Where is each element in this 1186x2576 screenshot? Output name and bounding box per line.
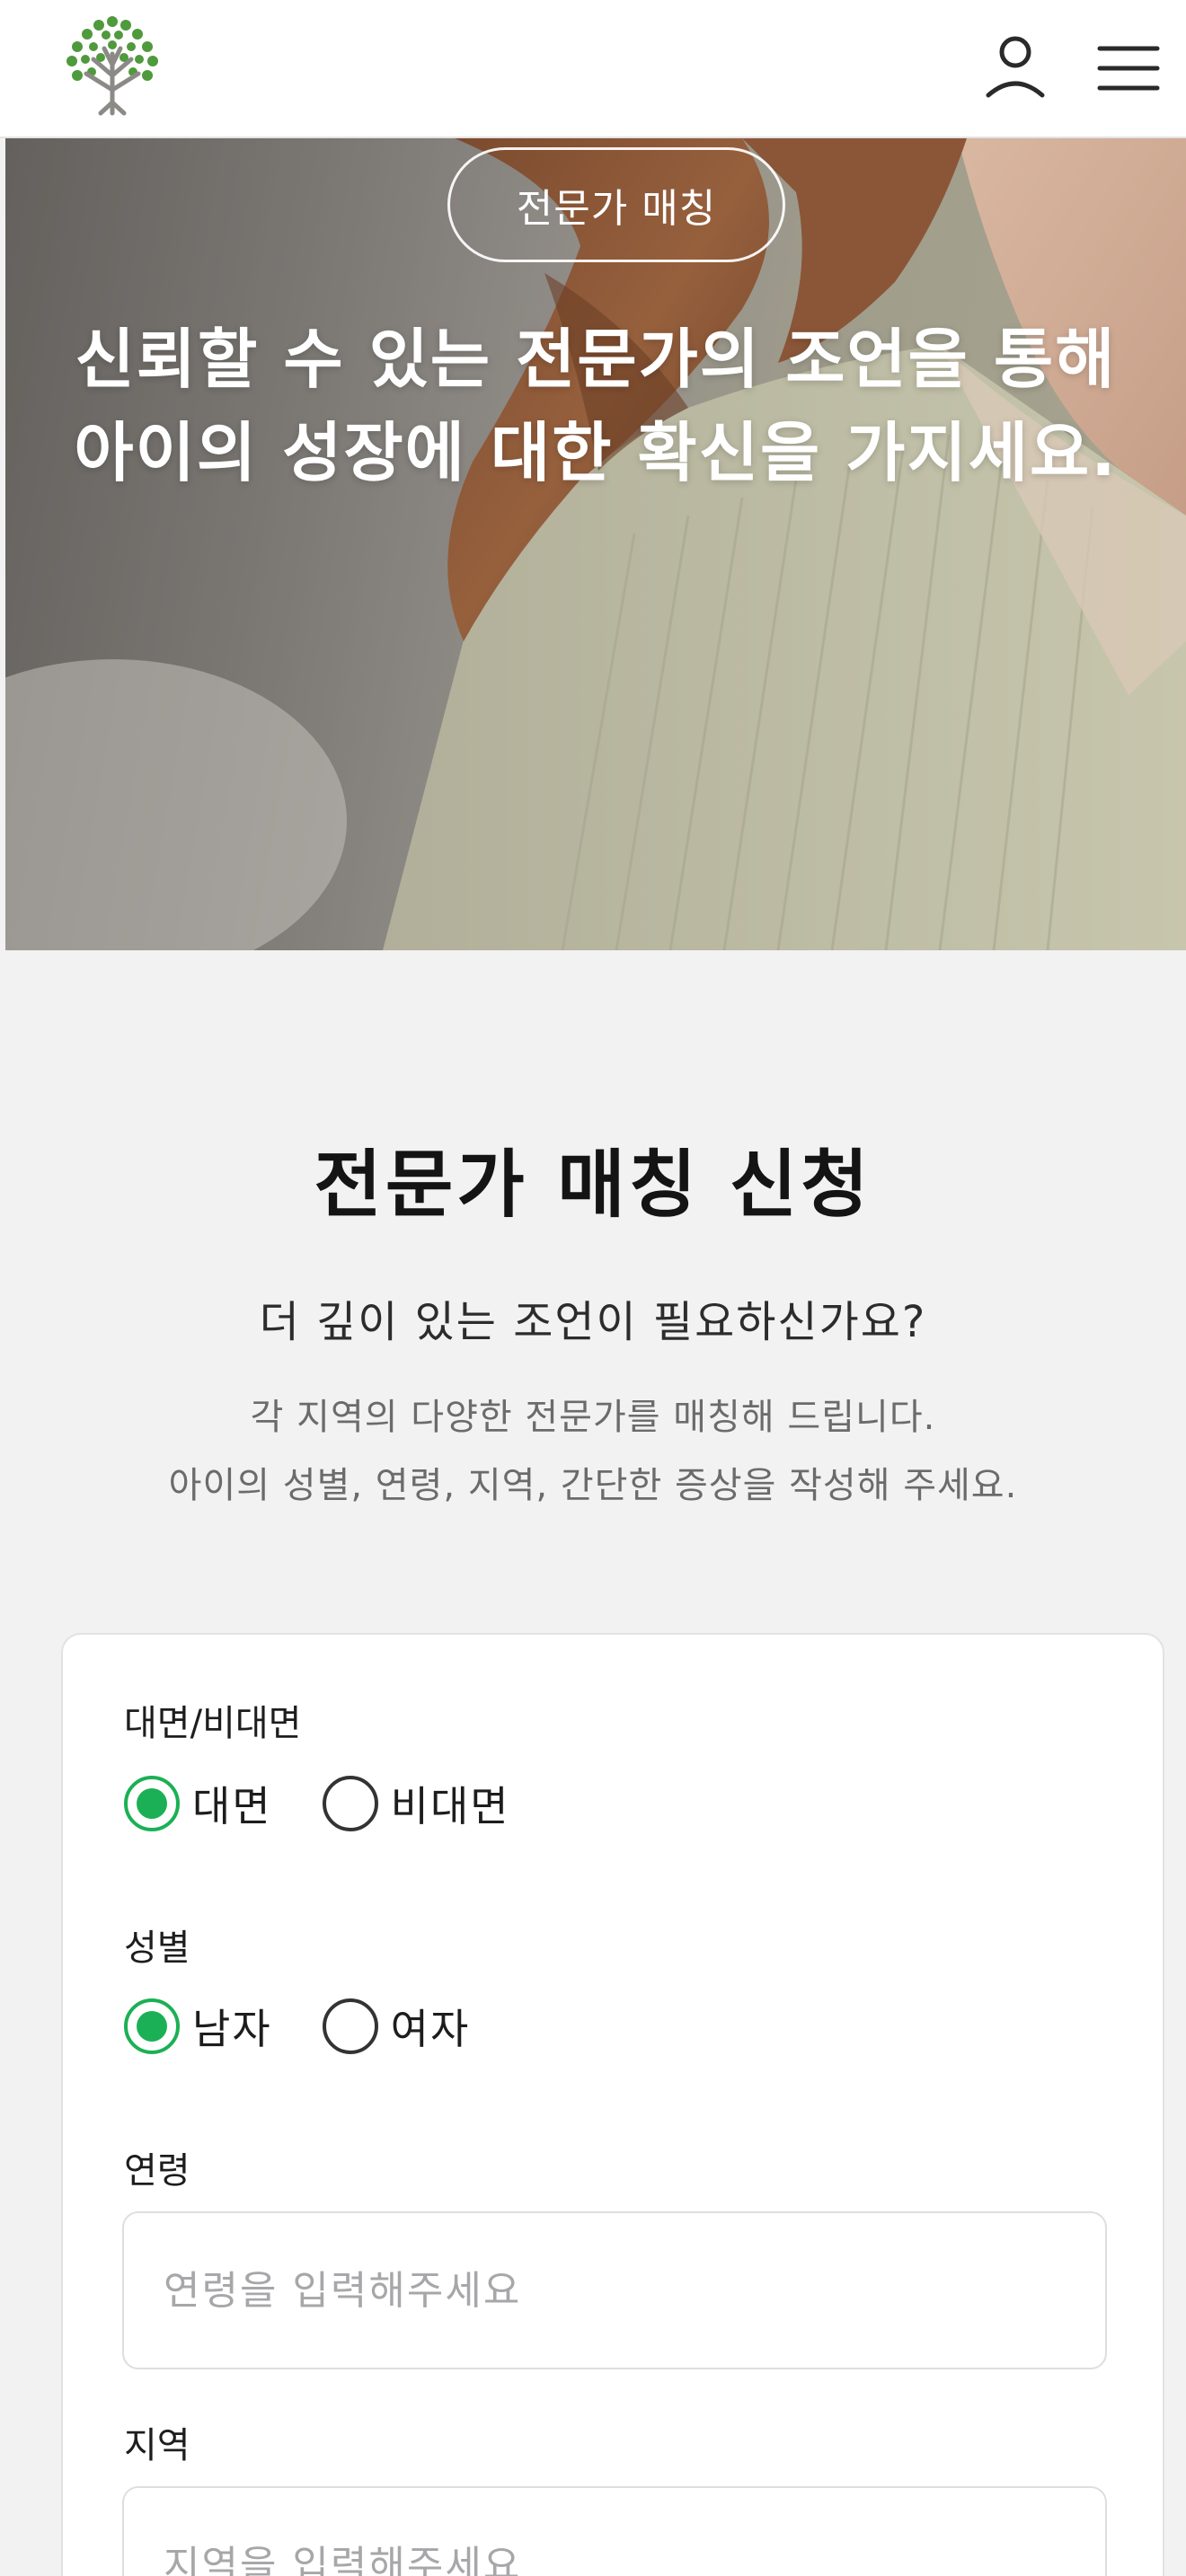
gender-radio-group: 남자 여자 xyxy=(124,1992,520,2060)
gender-label: 성별 xyxy=(124,1928,190,1969)
tree-logo-icon[interactable] xyxy=(56,13,169,122)
section-title: 전문가 매칭 신청 xyxy=(314,1142,872,1228)
age-label: 연령 xyxy=(124,2150,190,2192)
section-description: 각 지역의 다양한 전문가를 매칭해 드립니다. 아이의 성별, 연령, 지역,… xyxy=(0,1383,1186,1520)
radio-option-male[interactable]: 남자 xyxy=(124,1997,272,2056)
radio-checked-icon[interactable] xyxy=(124,1776,180,1831)
meeting-type-label: 대면/비대면 xyxy=(124,1703,302,1744)
hamburger-menu-icon[interactable] xyxy=(1094,36,1163,101)
meeting-type-radio-group: 대면 비대면 xyxy=(124,1769,561,1838)
hero-title: 신뢰할 수 있는 전문가의 조언을 통해 아이의 성장에 대한 확신을 가지세요… xyxy=(74,322,1118,490)
radio-label: 대면 xyxy=(192,1782,272,1831)
radio-option-in-person[interactable]: 대면 xyxy=(124,1774,272,1833)
radio-option-online[interactable]: 비대면 xyxy=(322,1774,510,1833)
top-header xyxy=(0,0,1186,138)
radio-option-female[interactable]: 여자 xyxy=(322,1997,471,2056)
user-icon[interactable] xyxy=(979,32,1051,104)
hero-banner: 전문가 매칭 신뢰할 수 있는 전문가의 조언을 통해 아이의 성장에 대한 확… xyxy=(5,138,1186,950)
radio-unchecked-icon[interactable] xyxy=(322,1776,378,1831)
age-input[interactable] xyxy=(122,2211,1107,2369)
expert-matching-page: 전문가 매칭 신뢰할 수 있는 전문가의 조언을 통해 아이의 성장에 대한 확… xyxy=(0,0,1186,2576)
matching-request-form: 대면/비대면 대면 비대면 성별 남자 여자 연령 지역 xyxy=(61,1633,1164,2576)
description-line: 각 지역의 다양한 전문가를 매칭해 드립니다. xyxy=(250,1397,936,1438)
radio-label: 비대면 xyxy=(390,1782,510,1831)
radio-label: 여자 xyxy=(390,2005,471,2053)
region-label: 지역 xyxy=(124,2425,190,2466)
region-input[interactable] xyxy=(122,2486,1107,2576)
description-line: 아이의 성별, 연령, 지역, 간단한 증상을 작성해 주세요. xyxy=(168,1465,1018,1506)
section-subtitle: 더 깊이 있는 조언이 필요하신가요? xyxy=(259,1297,927,1347)
radio-label: 남자 xyxy=(192,2005,272,2053)
radio-unchecked-icon[interactable] xyxy=(322,1998,378,2054)
hero-badge[interactable]: 전문가 매칭 xyxy=(447,147,785,262)
radio-checked-icon[interactable] xyxy=(124,1998,180,2054)
